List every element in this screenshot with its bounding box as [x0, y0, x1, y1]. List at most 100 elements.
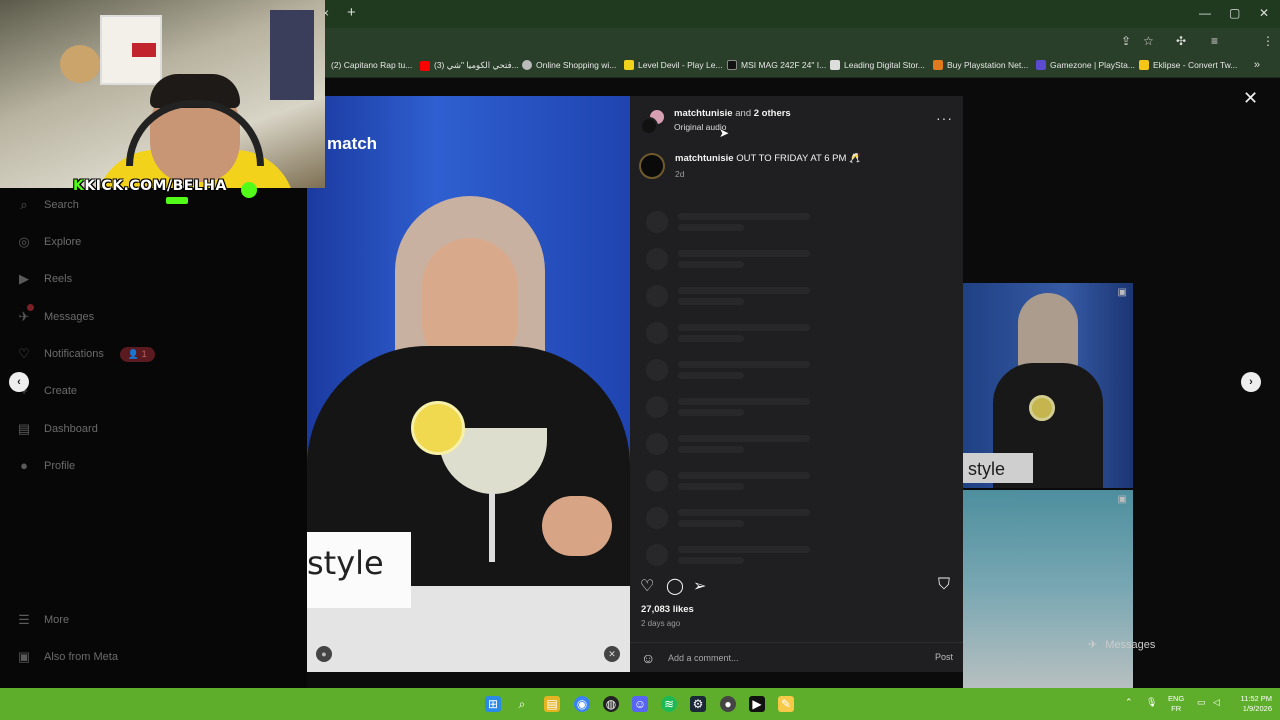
messages-unread-dot: [27, 304, 34, 311]
messenger-icon: ✈: [1088, 639, 1098, 651]
bookmark-item[interactable]: Leading Digital Stor...: [830, 60, 925, 70]
previous-post-button[interactable]: ‹: [9, 372, 29, 392]
restore-button[interactable]: ▢: [1229, 6, 1240, 20]
tagged-users-icon[interactable]: ●: [316, 646, 332, 662]
comment-input[interactable]: Add a comment...: [668, 653, 739, 663]
bookmark-item[interactable]: Level Devil - Play Le...: [624, 60, 723, 70]
wall-shelf: [100, 15, 162, 85]
sidebar-item-notifications[interactable]: ♡ Notifications 👤 1: [16, 346, 155, 362]
caption-username[interactable]: matchtunisie: [675, 153, 734, 164]
wall-poster: [270, 10, 314, 100]
notes-icon[interactable]: ✎: [778, 696, 794, 712]
search-icon[interactable]: ⌕: [514, 696, 530, 712]
comment-skeleton: [646, 285, 810, 307]
reel-icon: ▣: [1117, 287, 1127, 298]
share-send-icon[interactable]: ➢: [693, 576, 706, 596]
mute-icon[interactable]: ✕: [604, 646, 620, 662]
author-username[interactable]: matchtunisie: [674, 108, 733, 119]
bookmark-item[interactable]: Online Shopping wi...: [522, 60, 616, 70]
media-brand-logo: match: [327, 134, 378, 153]
extensions-icon[interactable]: ✣: [1176, 34, 1186, 48]
floating-messages-button[interactable]: ✈ Messages: [1088, 638, 1155, 652]
bookmark-item[interactable]: (2) Capitano Rap tu...: [331, 60, 412, 70]
comment-skeleton: [646, 396, 810, 418]
comment-composer: ☺ Add a comment... Post: [630, 642, 963, 672]
save-bookmark-icon[interactable]: ⛉: [938, 576, 950, 594]
meta-icon: ▣: [17, 649, 31, 664]
app-icon[interactable]: ◍: [603, 696, 619, 712]
glass-stem: [489, 492, 495, 562]
sidebar-item-more[interactable]: ☰ More: [16, 612, 69, 628]
collab-avatars[interactable]: [640, 108, 666, 135]
dashboard-icon: ▤: [17, 421, 31, 436]
minimize-button[interactable]: —: [1199, 6, 1211, 20]
sidebar-item-explore[interactable]: ◎ Explore: [16, 234, 81, 250]
windows-start-icon[interactable]: ⊞: [485, 696, 501, 712]
sidebar-item-search[interactable]: ⌕ Search: [16, 197, 79, 213]
store-icon: [830, 60, 840, 70]
discord-icon[interactable]: ☺: [632, 696, 648, 712]
post-video[interactable]: match style ● ✕: [307, 96, 630, 672]
grid-thumbnail[interactable]: ▣: [963, 490, 1133, 688]
sidebar-item-dashboard[interactable]: ▤ Dashboard: [16, 421, 98, 437]
post-caption: matchtunisie OUT TO FRIDAY AT 6 PM 🥂 2d: [639, 153, 861, 179]
network-icon[interactable]: ▭: [1197, 697, 1206, 708]
steam-icon[interactable]: ⚙: [690, 696, 706, 712]
sidebar-item-reels[interactable]: ▶ Reels: [16, 271, 72, 287]
new-tab-button[interactable]: +: [347, 4, 356, 21]
kick-logo: K: [73, 178, 85, 194]
bookmark-item[interactable]: (3) فتحي الكوميا "شي...: [420, 60, 519, 71]
likes-count[interactable]: 27,083 likes: [641, 604, 694, 615]
bookmark-star-icon[interactable]: ☆: [1143, 34, 1154, 48]
bookmarks-overflow-button[interactable]: »: [1254, 59, 1260, 71]
original-audio-link[interactable]: Original audio: [674, 122, 791, 132]
table-card-text: style: [307, 544, 384, 582]
post-actions: ♡ ◯ ➢ ⛉: [640, 576, 956, 596]
close-window-button[interactable]: ✕: [1259, 6, 1269, 20]
media-control-icon[interactable]: ≡: [1211, 34, 1218, 48]
emoji-picker-icon[interactable]: ☺: [641, 650, 655, 666]
thumbnail-lemon: [1029, 395, 1055, 421]
lemon-slice: [411, 401, 465, 455]
tray-overflow-icon[interactable]: ⌃: [1125, 697, 1133, 708]
browser-menu-icon[interactable]: ⋮: [1262, 34, 1274, 48]
sidebar-item-messages[interactable]: ✈ Messages: [16, 309, 95, 325]
install-app-icon[interactable]: ⇪: [1121, 34, 1131, 48]
file-explorer-icon[interactable]: ▤: [544, 696, 560, 712]
system-clock[interactable]: 11:52 PM 1/9/2026: [1228, 694, 1272, 714]
compass-icon: ◎: [18, 234, 30, 249]
bookmark-item[interactable]: Eklipse - Convert Tw...: [1139, 60, 1237, 70]
post-comment-button[interactable]: Post: [935, 652, 953, 662]
next-post-button[interactable]: ›: [1241, 372, 1261, 392]
like-heart-icon[interactable]: ♡: [640, 576, 654, 596]
kick-live-badge: [166, 197, 188, 204]
bookmark-item[interactable]: MSI MAG 242F 24" I...: [727, 60, 826, 70]
post-header: matchtunisie and 2 others Original audio: [640, 108, 791, 135]
heart-icon: ♡: [18, 346, 30, 361]
caption-emoji: 🥂: [849, 153, 861, 164]
sidebar-item-also-from-meta[interactable]: ▣ Also from Meta: [16, 649, 118, 665]
obs-icon[interactable]: ●: [720, 696, 736, 712]
volume-icon[interactable]: ◁: [1213, 697, 1220, 708]
sidebar-item-profile[interactable]: ● Profile: [16, 458, 75, 473]
collab-others[interactable]: 2 others: [754, 108, 791, 119]
profile-icon: ●: [20, 458, 28, 473]
post-author-line: matchtunisie and 2 others: [674, 108, 791, 119]
avatar[interactable]: [639, 153, 665, 179]
bookmark-item[interactable]: Buy Playstation Net...: [933, 60, 1028, 70]
bookmark-item[interactable]: Gamezone | PlaySta...: [1036, 60, 1135, 70]
streamer-webcam: [0, 0, 325, 188]
more-options-button[interactable]: ···: [936, 110, 953, 126]
chrome-icon[interactable]: ◉: [574, 696, 590, 712]
grid-thumbnail[interactable]: style ▣: [963, 283, 1133, 488]
language-indicator[interactable]: ENG FR: [1168, 694, 1184, 714]
comment-bubble-icon[interactable]: ◯: [666, 576, 684, 596]
spotify-icon[interactable]: ≋: [661, 696, 677, 712]
avatar: [640, 117, 658, 135]
microphone-icon[interactable]: 🎙: [1146, 697, 1157, 708]
comment-skeleton: [646, 322, 810, 344]
close-modal-button[interactable]: ✕: [1243, 88, 1258, 109]
terminal-icon[interactable]: ▶: [749, 696, 765, 712]
windows-taskbar: ⊞ ⌕ ▤ ◉ ◍ ☺ ≋ ⚙ ● ▶ ✎ ⌃ 🎙 ENG FR ▭ ◁ 11:5…: [0, 688, 1280, 720]
shelf-item: [132, 43, 156, 57]
